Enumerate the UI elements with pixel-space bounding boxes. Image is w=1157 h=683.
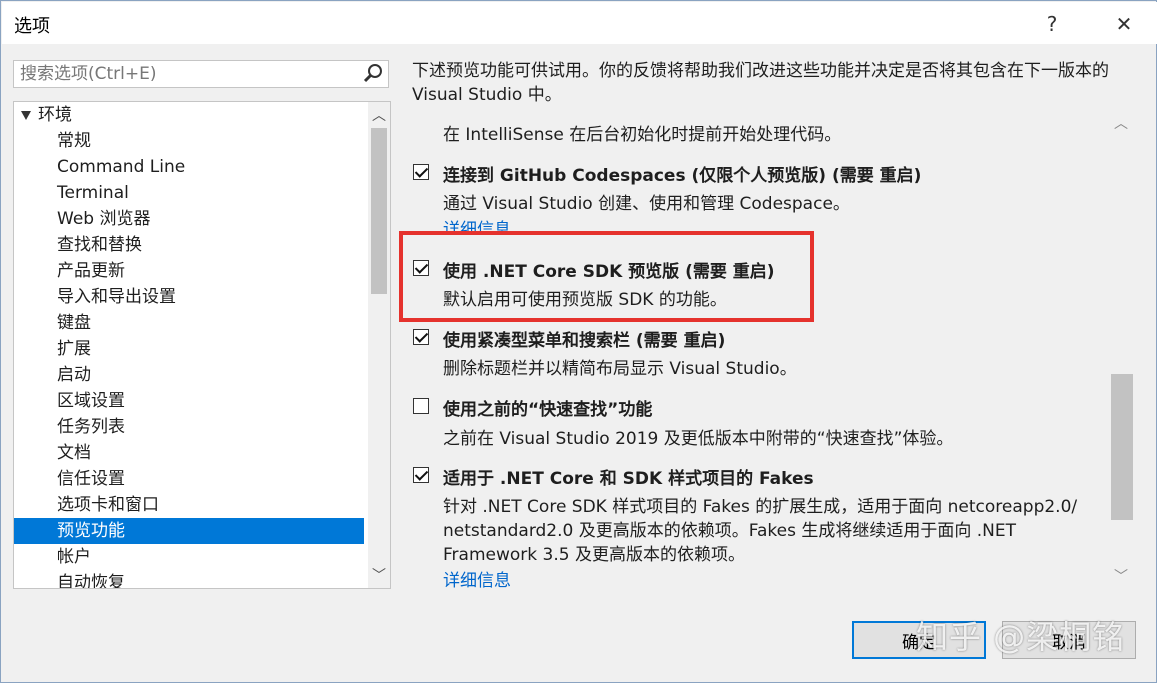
tree-item-label: 任务列表 bbox=[57, 417, 125, 437]
tree-item-label: 自动恢复 bbox=[57, 573, 125, 589]
tree-item[interactable]: 自动恢复 bbox=[14, 570, 364, 589]
tree-item-label: 导入和导出设置 bbox=[57, 287, 176, 307]
feature-checkbox[interactable] bbox=[413, 329, 429, 345]
details-link[interactable]: 详细信息 bbox=[443, 215, 511, 231]
tree-item-label: 选项卡和窗口 bbox=[57, 495, 159, 515]
feature-desc: 之前在 Visual Studio 2019 及更低版本中附带的“快速查找”体验… bbox=[443, 429, 954, 449]
feature-title: 连接到 GitHub Codespaces (仅限个人预览版) (需要 重启) bbox=[443, 166, 922, 186]
feature-title: 使用紧凑型菜单和搜索栏 (需要 重启) bbox=[443, 331, 726, 351]
tree-item-label: 产品更新 bbox=[57, 261, 125, 281]
tree-item-label: 文档 bbox=[57, 443, 91, 463]
expand-arrow-icon[interactable] bbox=[21, 111, 31, 120]
tree-item-label: 区域设置 bbox=[57, 391, 125, 411]
feature-desc: 在 IntelliSense 在后台初始化时提前开始处理代码。 bbox=[443, 125, 842, 145]
chevron-down-icon[interactable]: ﹀ bbox=[1111, 566, 1131, 586]
close-button[interactable]: ✕ bbox=[1106, 8, 1142, 40]
scrollbar-thumb[interactable] bbox=[371, 128, 387, 294]
feature-checkbox[interactable] bbox=[413, 467, 429, 483]
tree-item-label: 预览功能 bbox=[57, 521, 125, 541]
tree-item[interactable]: 扩展 bbox=[14, 336, 364, 362]
chevron-up-icon[interactable]: ︿ bbox=[1111, 113, 1131, 133]
tree-item[interactable]: 启动 bbox=[14, 362, 364, 388]
tree-item[interactable]: 任务列表 bbox=[14, 414, 364, 440]
search-icon[interactable] bbox=[362, 63, 384, 85]
tree-item-label: Terminal bbox=[57, 183, 129, 203]
checkmark-icon bbox=[414, 329, 429, 343]
tree-item-label: 信任设置 bbox=[57, 469, 125, 489]
feature-desc: 删除标题栏并以精简布局显示 Visual Studio。 bbox=[443, 359, 797, 379]
checkmark-icon bbox=[414, 260, 429, 274]
feature-title: 使用 .NET Core SDK 预览版 (需要 重启) bbox=[443, 262, 775, 282]
tree-item-label: 查找和替换 bbox=[57, 235, 142, 255]
intro-text: 下述预览功能可供试用。你的反馈将帮助我们改进这些功能并决定是否将其包含在下一版本… bbox=[412, 61, 1109, 105]
details-link[interactable]: 详细信息 bbox=[443, 566, 511, 591]
tree-item[interactable]: 帐户 bbox=[14, 544, 364, 570]
feature-checkbox[interactable] bbox=[413, 164, 429, 180]
checkmark-icon bbox=[414, 467, 429, 481]
feature-checkbox[interactable] bbox=[413, 260, 429, 276]
help-button[interactable]: ? bbox=[1034, 8, 1070, 40]
tree-item[interactable]: 信任设置 bbox=[14, 466, 364, 492]
feature-checkbox[interactable] bbox=[413, 398, 429, 414]
tree-item[interactable]: 文档 bbox=[14, 440, 364, 466]
tree-item-label: 帐户 bbox=[57, 547, 91, 567]
tree-scrollbar[interactable]: ︿ ﹀ bbox=[368, 102, 390, 588]
feature-desc: 针对 .NET Core SDK 样式项目的 Fakes 的扩展生成，适用于面向… bbox=[443, 497, 1078, 517]
feature-title: 适用于 .NET Core 和 SDK 样式项目的 Fakes bbox=[443, 469, 814, 489]
dialog-title: 选项 bbox=[14, 16, 50, 37]
tree-item-label: Command Line bbox=[57, 157, 186, 177]
tree-item-environment[interactable]: 环境 bbox=[14, 102, 364, 128]
tree-item[interactable]: Web 浏览器 bbox=[14, 206, 364, 232]
tree-item-label: 键盘 bbox=[57, 313, 91, 333]
tree-item[interactable]: 区域设置 bbox=[14, 388, 364, 414]
search-input[interactable] bbox=[14, 61, 366, 87]
chevron-down-icon[interactable]: ﹀ bbox=[368, 564, 390, 586]
tree-item[interactable]: Terminal bbox=[14, 180, 364, 206]
feature-desc: 默认启用可使用预览版 SDK 的功能。 bbox=[443, 290, 727, 310]
tree-item[interactable]: 键盘 bbox=[14, 310, 364, 336]
tree-item-selected[interactable]: 预览功能 bbox=[14, 518, 364, 544]
tree-item-label: 启动 bbox=[57, 365, 91, 385]
feature-desc: 通过 Visual Studio 创建、使用和管理 Codespace。 bbox=[443, 194, 850, 214]
tree-item-label: 扩展 bbox=[57, 339, 91, 359]
tree-item[interactable]: 选项卡和窗口 bbox=[14, 492, 364, 518]
checkmark-icon bbox=[414, 164, 429, 178]
tree-item[interactable]: 导入和导出设置 bbox=[14, 284, 364, 310]
tree-item[interactable]: 查找和替换 bbox=[14, 232, 364, 258]
title-bar: 选项 ? ✕ bbox=[2, 2, 1157, 44]
tree-item[interactable]: 产品更新 bbox=[14, 258, 364, 284]
tree-item[interactable]: Command Line bbox=[14, 154, 364, 180]
cancel-button[interactable]: 取消 bbox=[1002, 621, 1136, 659]
chevron-up-icon[interactable]: ︿ bbox=[368, 104, 390, 126]
feature-list: 在 IntelliSense 在后台初始化时提前开始处理代码。 连接到 GitH… bbox=[400, 110, 1140, 592]
feature-scrollbar-thumb[interactable] bbox=[1111, 374, 1133, 520]
ok-button[interactable]: 确定 bbox=[852, 621, 986, 659]
tree-item-label: 环境 bbox=[38, 105, 72, 125]
feature-title: 使用之前的“快速查找”功能 bbox=[443, 400, 653, 420]
options-tree: 环境 常规 Command Line Terminal Web 浏览器 查找和替… bbox=[13, 101, 391, 589]
search-box bbox=[13, 60, 389, 88]
tree-item-label: Web 浏览器 bbox=[57, 209, 151, 229]
tree-item-label: 常规 bbox=[57, 131, 91, 151]
tree-item[interactable]: 常规 bbox=[14, 128, 364, 154]
feature-desc: Framework 3.5 及更高版本的依赖项。 bbox=[443, 545, 745, 565]
feature-desc: netstandard2.0 及更高版本的依赖项。Fakes 生成将继续适用于面… bbox=[443, 521, 1016, 541]
